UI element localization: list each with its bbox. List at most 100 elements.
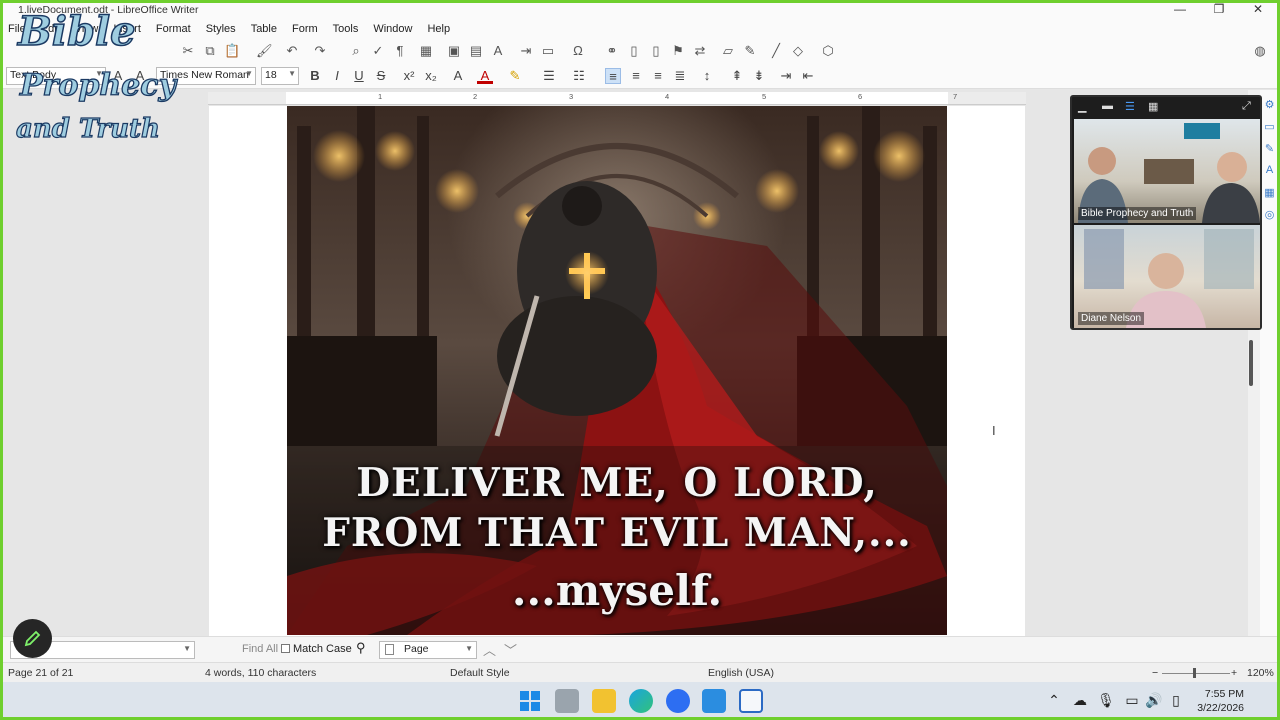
superscript-icon[interactable]: x²	[401, 68, 417, 84]
document-image[interactable]: DELIVER ME, O LORD, FROM THAT EVIL MAN,.…	[287, 106, 947, 635]
increase-indent-icon[interactable]: ⇥	[778, 68, 794, 84]
gallery-icon[interactable]: ▦	[1263, 186, 1276, 199]
task-view-icon[interactable]	[555, 689, 579, 713]
minimize-button[interactable]: —	[1170, 2, 1190, 16]
video-call-window[interactable]: ▁ ▬ ☰ ▦ ⤢ Bible Prophecy and Truth Diane…	[1070, 95, 1262, 330]
menu-tools[interactable]: Tools	[333, 23, 359, 35]
file-explorer-icon[interactable]	[592, 689, 616, 713]
clone-format-icon[interactable]: 🖌	[256, 43, 273, 59]
hide-video-icon[interactable]: ▬	[1102, 100, 1113, 112]
restore-button[interactable]: ❐	[1209, 2, 1229, 16]
volume-icon[interactable]: 🔊	[1144, 692, 1164, 709]
menu-styles[interactable]: Styles	[206, 23, 236, 35]
update-icon[interactable]: ◍	[1252, 43, 1268, 59]
start-button[interactable]	[518, 689, 542, 713]
shapes-icon[interactable]: ◇	[790, 43, 806, 59]
libreoffice-writer-icon[interactable]	[739, 689, 763, 713]
gallery-view-icon[interactable]: ▦	[1148, 100, 1158, 113]
navigator-icon[interactable]: ◎	[1263, 208, 1276, 221]
styles-icon[interactable]: ✎	[1263, 142, 1276, 155]
insert-field-icon[interactable]: ▭	[540, 43, 556, 59]
font-size-select[interactable]: 18 ▼	[261, 67, 299, 85]
snipping-tool-icon[interactable]	[702, 689, 726, 713]
clear-formatting-icon[interactable]: A	[450, 68, 466, 84]
highlight-icon[interactable]: ✎	[507, 68, 523, 84]
formatting-marks-icon[interactable]: ¶	[392, 43, 408, 59]
battery-icon[interactable]: ▯	[1166, 692, 1186, 709]
participant-tile[interactable]: Diane Nelson	[1074, 225, 1260, 328]
insert-table-icon[interactable]: ▦	[418, 43, 434, 59]
increase-paragraph-spacing-icon[interactable]: ⇞	[729, 68, 745, 84]
menu-help[interactable]: Help	[427, 23, 450, 35]
match-case-checkbox[interactable]	[281, 644, 290, 653]
hyperlink-icon[interactable]: ⚭	[604, 43, 620, 59]
close-button[interactable]: ✕	[1248, 2, 1268, 16]
horizontal-ruler[interactable]: 1 2 3 4 5 6 7	[208, 92, 1026, 105]
zoom-in-button[interactable]: +	[1231, 667, 1237, 679]
page-break-icon[interactable]: ⇥	[518, 43, 534, 59]
find-previous-icon[interactable]: ︿	[483, 640, 496, 659]
font-color-icon[interactable]: A	[477, 68, 493, 84]
cut-icon[interactable]: ✂	[180, 43, 196, 59]
menu-format[interactable]: Format	[156, 23, 191, 35]
find-replace-icon[interactable]: ⌕	[348, 43, 364, 59]
show-hidden-icons-icon[interactable]: ⌃	[1044, 692, 1064, 709]
paste-icon[interactable]: 📋	[224, 43, 240, 59]
page-count[interactable]: Page 21 of 21	[8, 667, 73, 679]
undo-icon[interactable]: ↶	[284, 43, 300, 59]
bookmark-icon[interactable]: ⚑	[670, 43, 686, 59]
align-center-icon[interactable]: ≡	[628, 68, 644, 84]
underline-icon[interactable]: U	[351, 68, 367, 84]
copy-icon[interactable]: ⧉	[202, 43, 218, 59]
display-icon[interactable]: ▭	[1122, 692, 1142, 709]
font-icon[interactable]: A	[1263, 164, 1276, 177]
microphone-icon[interactable]: 🎙	[1096, 692, 1116, 709]
system-clock[interactable]: 7:55 PM 3/22/2026	[1197, 687, 1244, 715]
zoom-level[interactable]: 120%	[1247, 667, 1274, 679]
find-all-button[interactable]: Find All	[242, 643, 278, 655]
align-left-icon[interactable]: ≡	[605, 68, 621, 84]
line-icon[interactable]: ╱	[768, 43, 784, 59]
search-scope-select[interactable]: Page ▼	[379, 641, 477, 659]
word-count[interactable]: 4 words, 110 characters	[205, 667, 316, 679]
menu-form[interactable]: Form	[292, 23, 318, 35]
participant-tile[interactable]: Bible Prophecy and Truth	[1074, 119, 1260, 223]
justify-icon[interactable]: ≣	[672, 68, 688, 84]
page-icon[interactable]: ▭	[1263, 120, 1276, 133]
onedrive-icon[interactable]: ☁	[1070, 692, 1090, 709]
minimize-icon[interactable]: ▁	[1078, 100, 1086, 113]
decrease-paragraph-spacing-icon[interactable]: ⇟	[751, 68, 767, 84]
endnote-icon[interactable]: ▯	[648, 43, 664, 59]
edge-icon[interactable]	[629, 689, 653, 713]
redo-icon[interactable]: ↷	[312, 43, 328, 59]
insert-chart-icon[interactable]: ▤	[468, 43, 484, 59]
find-next-icon[interactable]: ﹀	[504, 640, 517, 659]
annotate-button[interactable]	[13, 619, 52, 658]
subscript-icon[interactable]: x₂	[423, 68, 439, 84]
numbered-list-icon[interactable]: ☷	[571, 68, 587, 84]
page-style[interactable]: Default Style	[450, 667, 510, 679]
strikethrough-icon[interactable]: S	[373, 68, 389, 84]
zoom-slider-handle[interactable]	[1193, 668, 1196, 678]
expand-icon[interactable]: ⤢	[1242, 100, 1251, 113]
zoom-slider[interactable]	[1162, 673, 1230, 674]
zoom-out-button[interactable]: −	[1152, 667, 1158, 679]
align-right-icon[interactable]: ≡	[650, 68, 666, 84]
menu-window[interactable]: Window	[373, 23, 412, 35]
track-changes-icon[interactable]: ✎	[742, 43, 758, 59]
footnote-icon[interactable]: ▯	[626, 43, 642, 59]
insert-textbox-icon[interactable]: A	[490, 43, 506, 59]
find-replace-icon[interactable]: ⚲	[356, 640, 366, 656]
scrollbar-thumb[interactable]	[1249, 340, 1253, 386]
draw-functions-icon[interactable]: ⬡	[820, 43, 836, 59]
special-character-icon[interactable]: Ω	[570, 43, 586, 59]
cross-reference-icon[interactable]: ⇄	[692, 43, 708, 59]
bold-icon[interactable]: B	[307, 68, 323, 84]
menu-table[interactable]: Table	[251, 23, 277, 35]
decrease-indent-icon[interactable]: ⇤	[800, 68, 816, 84]
speaker-view-icon[interactable]: ☰	[1125, 100, 1135, 113]
comment-icon[interactable]: ▱	[720, 43, 736, 59]
zoom-icon[interactable]	[666, 689, 690, 713]
properties-icon[interactable]: ⚙	[1263, 98, 1276, 111]
line-spacing-icon[interactable]: ↕	[699, 68, 715, 84]
